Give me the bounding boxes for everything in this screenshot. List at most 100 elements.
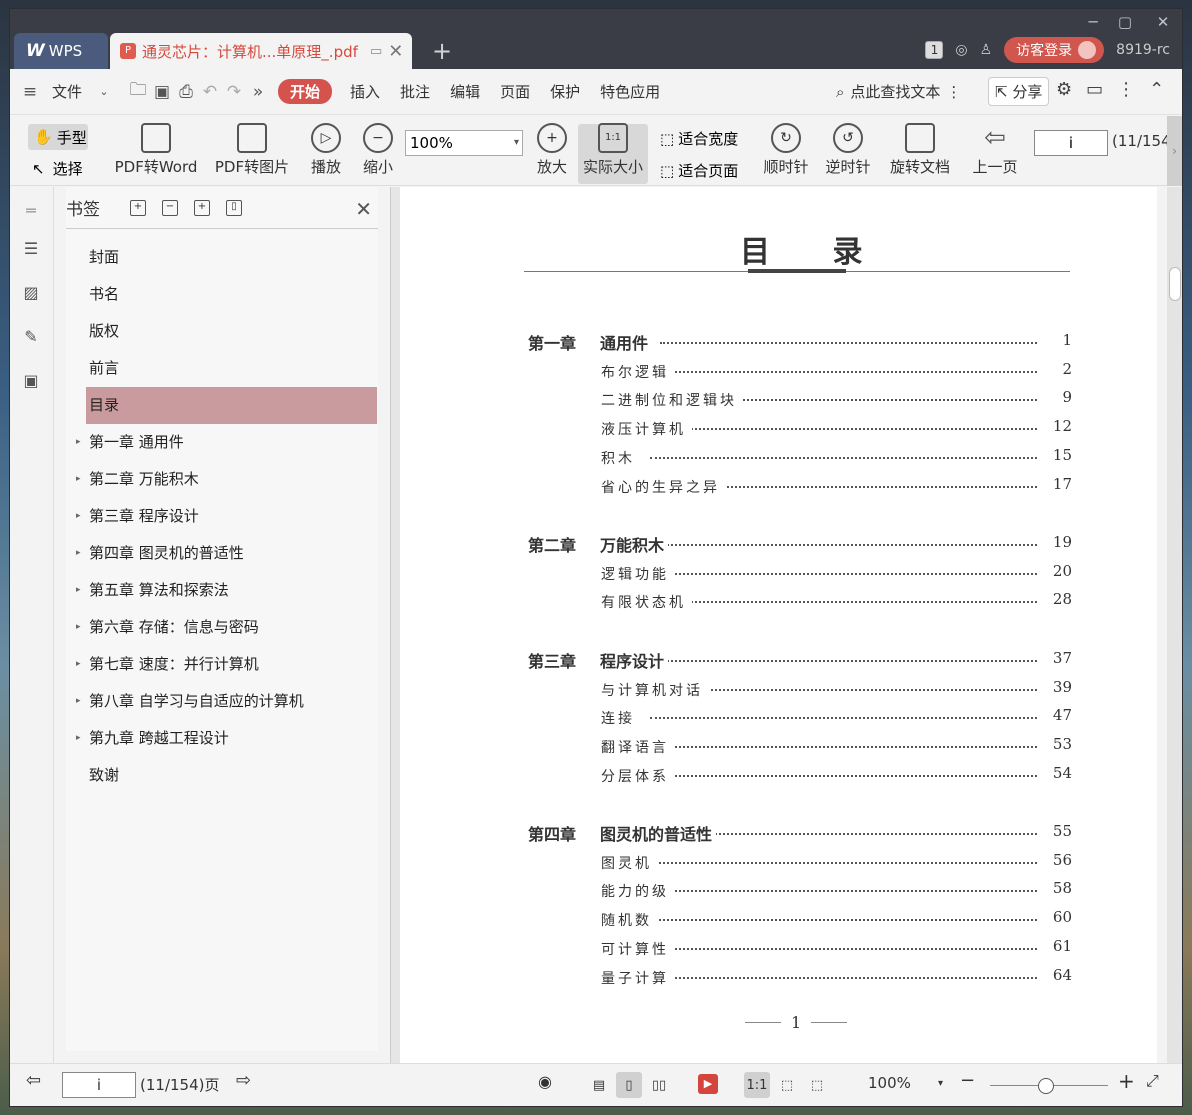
actual-size-icon[interactable]: 1:1 <box>744 1072 770 1098</box>
previous-page-button[interactable]: ⇦ 上一页 <box>970 120 1020 177</box>
scrollbar-thumb[interactable] <box>1169 267 1181 301</box>
login-button[interactable]: 访客登录 <box>1004 37 1105 63</box>
expand-all-icon[interactable]: + <box>130 199 146 216</box>
rotate-counterclockwise-button[interactable]: ↺ 逆时针 <box>824 120 872 177</box>
open-folder-icon[interactable]: 🗀 <box>126 77 150 106</box>
toc-section-row[interactable]: 布尔逻辑 2 <box>400 359 1157 383</box>
bookmark-item[interactable]: ▸ 第二章 万能积木 <box>76 461 377 498</box>
toc-section-row[interactable]: 能力的级 58 <box>400 878 1157 902</box>
collapse-ribbon-icon[interactable]: ⌃ <box>1149 79 1164 100</box>
expand-arrow-icon[interactable]: ▸ <box>76 683 81 720</box>
zoom-out-icon[interactable]: − <box>960 1070 975 1091</box>
bookmark-item-selected[interactable]: 目录 <box>86 387 377 424</box>
expand-arrow-icon[interactable]: ▸ <box>76 646 81 683</box>
expand-arrow-icon[interactable]: ▸ <box>76 498 81 535</box>
toc-section-row[interactable]: 随机数 60 <box>400 907 1157 931</box>
zoom-select[interactable]: 100% ▾ <box>405 130 523 156</box>
fit-width-icon[interactable]: ⬚ <box>804 1072 830 1098</box>
prev-page-icon[interactable]: ⇦ <box>26 1070 41 1091</box>
select-tool-button[interactable]: ↖ 选择 <box>32 158 83 179</box>
image-extract-icon[interactable]: ▣ <box>21 371 41 391</box>
toc-section-row[interactable]: 液压计算机 12 <box>400 416 1157 440</box>
single-page-view-icon[interactable]: ▤ <box>586 1072 612 1098</box>
toc-section-row[interactable]: 逻辑功能 20 <box>400 561 1157 585</box>
expand-arrow-icon[interactable]: ▸ <box>76 720 81 757</box>
continuous-view-icon[interactable]: ▯ <box>616 1072 642 1098</box>
vertical-scrollbar[interactable] <box>1167 187 1182 1063</box>
zoom-in-button[interactable]: + 放大 <box>534 120 570 177</box>
toc-section-row[interactable]: 连接 47 <box>400 705 1157 729</box>
expand-arrow-icon[interactable]: ▸ <box>76 572 81 609</box>
rotate-clockwise-button[interactable]: ↻ 顺时针 <box>762 120 810 177</box>
settings-icon[interactable]: ⚙ <box>1056 79 1072 100</box>
bookmark-item[interactable]: ▸ 第三章 程序设计 <box>76 498 377 535</box>
toc-section-row[interactable]: 可计算性 61 <box>400 936 1157 960</box>
play-slideshow-icon[interactable]: ▶ <box>698 1074 718 1094</box>
bookmark-item[interactable]: 书名 <box>86 276 377 313</box>
fit-page-icon[interactable]: ⬚ <box>774 1072 800 1098</box>
menu-annotate[interactable]: 批注 <box>390 81 440 102</box>
toolbar-scroll-right[interactable]: › <box>1167 116 1182 186</box>
panel-splitter[interactable] <box>390 187 400 1063</box>
toc-chapter-row[interactable]: 第四章 图灵机的普适性 55 <box>400 821 1157 845</box>
bookmark-item[interactable]: ▸ 第六章 存储：信息与密码 <box>76 609 377 646</box>
skin-icon[interactable]: ♙ <box>980 42 993 58</box>
zoom-slider[interactable] <box>990 1078 1108 1094</box>
expand-arrow-icon[interactable]: ▸ <box>76 535 81 572</box>
sync-icon[interactable]: ◎ <box>955 42 967 58</box>
bookmark-list-icon[interactable]: ☰ <box>21 239 41 259</box>
save-icon[interactable]: ▣ <box>150 82 174 102</box>
thumbnail-icon[interactable]: ▨ <box>21 283 41 303</box>
more-chevron-icon[interactable]: » <box>246 82 270 102</box>
status-zoom-value[interactable]: 100% <box>868 1074 911 1092</box>
window-count-badge[interactable]: 1 <box>925 41 944 59</box>
tab-close-icon[interactable]: ✕ <box>388 41 403 62</box>
menu-file[interactable]: 文件 <box>42 81 92 102</box>
zoom-in-icon[interactable]: + <box>1118 1069 1135 1093</box>
menu-page[interactable]: 页面 <box>490 81 540 102</box>
menu-start[interactable]: 开始 <box>278 79 333 104</box>
pdf-to-word-button[interactable]: PDF转Word <box>114 120 198 177</box>
more-vertical-icon[interactable]: ⋮ <box>1117 79 1135 100</box>
bookmark-item[interactable]: 版权 <box>86 313 377 350</box>
bookmark-item[interactable]: ▸ 第九章 跨越工程设计 <box>76 720 377 757</box>
eye-protection-icon[interactable]: ◉ <box>538 1072 552 1091</box>
expand-arrow-icon[interactable]: ▸ <box>76 461 81 498</box>
maximize-button[interactable]: ▢ <box>1110 13 1140 31</box>
toc-section-row[interactable]: 量子计算 64 <box>400 965 1157 989</box>
drag-handle-icon[interactable]: ═ <box>21 201 41 221</box>
comment-icon[interactable]: ▭ <box>1086 79 1103 100</box>
hand-tool-button[interactable]: ✋ 手型 <box>28 124 88 150</box>
two-page-view-icon[interactable]: ▯▯ <box>646 1072 672 1098</box>
menu-insert[interactable]: 插入 <box>340 81 390 102</box>
toc-section-row[interactable]: 二进制位和逻辑块 9 <box>400 387 1157 411</box>
expand-arrow-icon[interactable]: ▸ <box>76 609 81 646</box>
print-icon[interactable]: ⎙ <box>174 82 198 102</box>
toc-section-row[interactable]: 翻译语言 53 <box>400 734 1157 758</box>
share-button[interactable]: ⇱ 分享 <box>988 77 1050 106</box>
tab-document[interactable]: P 通灵芯片：计算机...单原理_.pdf ▭ ✕ <box>110 33 412 69</box>
collapse-all-icon[interactable]: − <box>162 199 178 216</box>
rotate-document-button[interactable]: 旋转文档 <box>888 120 952 177</box>
actual-size-button[interactable]: 1:1 实际大小 <box>578 120 648 177</box>
fullscreen-icon[interactable]: ⤢ <box>1146 1071 1159 1091</box>
hamburger-icon[interactable]: ≡ <box>18 82 42 102</box>
search-box[interactable]: ⌕ 点此查找文本 ⋮ <box>836 81 961 102</box>
add-bookmark-icon[interactable]: + <box>194 199 210 216</box>
next-page-icon[interactable]: ⇨ <box>236 1070 251 1091</box>
chevron-down-icon[interactable]: ⌄ <box>92 85 116 98</box>
pdf-to-image-button[interactable]: PDF转图片 <box>214 120 290 177</box>
toc-chapter-row[interactable]: 第一章 通用件 1 <box>400 330 1157 354</box>
play-button[interactable]: ▷ 播放 <box>306 120 346 177</box>
undo-icon[interactable]: ↶ <box>198 82 222 102</box>
monitor-icon[interactable]: ▭ <box>370 44 382 59</box>
toc-section-row[interactable]: 与计算机对话 39 <box>400 677 1157 701</box>
bookmark-item[interactable]: 前言 <box>86 350 377 387</box>
bookmark-item[interactable]: ▸ 第五章 算法和探索法 <box>76 572 377 609</box>
toc-section-row[interactable]: 分层体系 54 <box>400 763 1157 787</box>
page-number-input[interactable]: i <box>1034 130 1108 156</box>
close-window-button[interactable]: ✕ <box>1148 13 1178 31</box>
menu-edit[interactable]: 编辑 <box>440 81 490 102</box>
more-vertical-icon[interactable]: ⋮ <box>946 83 961 101</box>
tab-wps-home[interactable]: W WPS <box>14 33 108 69</box>
